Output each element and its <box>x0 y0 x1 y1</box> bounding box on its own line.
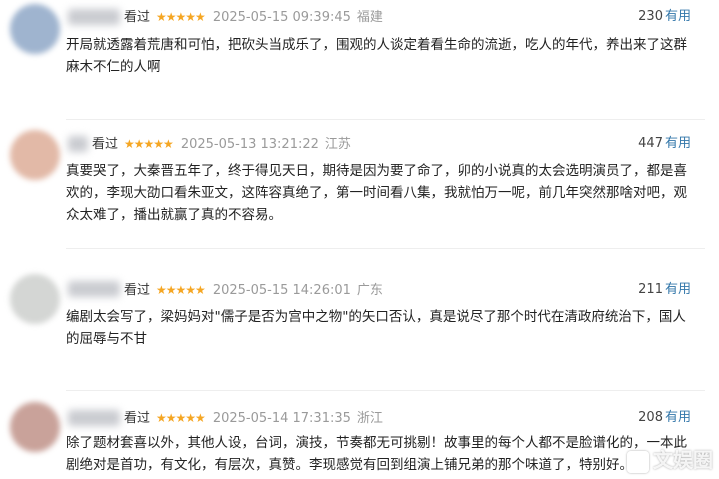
review-time: 2025-05-13 13:21:22 <box>180 137 319 152</box>
username-blurred[interactable] <box>68 281 120 297</box>
review-time: 2025-05-15 14:26:01 <box>212 283 351 298</box>
useful-label: 有用 <box>664 136 691 151</box>
username-blurred[interactable] <box>68 410 120 426</box>
useful-vote-button[interactable]: 211 有用 <box>638 281 691 299</box>
avatar[interactable] <box>10 402 60 452</box>
review-text: 真要哭了，大秦晋五年了，终于得见天日，期待是因为要了命了，卯的小说真的太会选明演… <box>66 163 687 223</box>
review-location: 福建 <box>356 10 383 25</box>
review-text: 开局就透露着荒唐和可怕，把砍头当成乐了，围观的人谈定着看生命的流逝，吃人的年代，… <box>66 37 687 75</box>
divider <box>66 248 705 249</box>
avatar[interactable] <box>10 130 60 180</box>
useful-label: 有用 <box>664 410 691 425</box>
useful-count: 447 <box>638 136 663 151</box>
review-location: 浙江 <box>356 411 383 426</box>
useful-vote-button[interactable]: 208 有用 <box>638 409 691 427</box>
review-location: 广东 <box>356 283 383 298</box>
useful-count: 208 <box>638 410 663 425</box>
review-meta: 看过 ★★★★★ 2025-05-13 13:21:22 江苏 <box>92 135 351 153</box>
rating-stars: ★★★★★ <box>156 411 206 425</box>
review-card: 看过 ★★★★★ 2025-05-14 17:31:35 浙江 208 有用 除了题材套… <box>0 396 719 479</box>
rating-stars: ★★★★★ <box>156 10 206 24</box>
rating-stars: ★★★★★ <box>124 137 174 151</box>
review-card: 看过 ★★★★★ 2025-05-15 09:39:45 福建 230 有用 开局就透露… <box>0 0 719 119</box>
username-blurred[interactable] <box>68 136 88 152</box>
review-meta: 看过 ★★★★★ 2025-05-15 09:39:45 福建 <box>124 8 383 26</box>
useful-count: 211 <box>638 282 663 297</box>
watermark-logo-icon <box>627 450 649 473</box>
review-time: 2025-05-15 09:39:45 <box>212 10 351 25</box>
useful-vote-button[interactable]: 230 有用 <box>638 8 691 26</box>
review-text: 除了题材套喜以外，其他人设，台词，演技，节奏都无可挑剔！故事里的每个人都不是脸谱… <box>66 435 687 473</box>
useful-label: 有用 <box>664 9 691 24</box>
watched-status: 看过 <box>124 283 151 298</box>
rating-stars: ★★★★★ <box>156 283 206 297</box>
review-time: 2025-05-14 17:31:35 <box>212 411 351 426</box>
avatar[interactable] <box>10 274 60 324</box>
divider <box>66 119 705 120</box>
review-card: 看过 ★★★★★ 2025-05-13 13:21:22 江苏 447 有用 真要哭了，… <box>0 122 719 241</box>
review-meta: 看过 ★★★★★ 2025-05-15 14:26:01 广东 <box>124 281 383 299</box>
watched-status: 看过 <box>92 137 119 152</box>
useful-count: 230 <box>638 9 663 24</box>
watched-status: 看过 <box>124 10 151 25</box>
divider <box>66 390 705 391</box>
avatar[interactable] <box>10 4 60 54</box>
watermark-text: 文娱圈 <box>653 448 713 472</box>
review-location: 江苏 <box>324 137 351 152</box>
review-text: 编剧太会写了，梁妈妈对"儒子是否为宫中之物"的矢口否认，真是说尽了那个时代在清政… <box>66 309 686 347</box>
review-card: 看过 ★★★★★ 2025-05-15 14:26:01 广东 211 有用 编剧太会写… <box>0 252 719 371</box>
review-meta: 看过 ★★★★★ 2025-05-14 17:31:35 浙江 <box>124 409 383 427</box>
username-blurred[interactable] <box>68 9 120 25</box>
useful-label: 有用 <box>664 282 691 297</box>
useful-vote-button[interactable]: 447 有用 <box>638 135 691 153</box>
watermark: 文娱圈 <box>627 444 713 473</box>
watched-status: 看过 <box>124 411 151 426</box>
